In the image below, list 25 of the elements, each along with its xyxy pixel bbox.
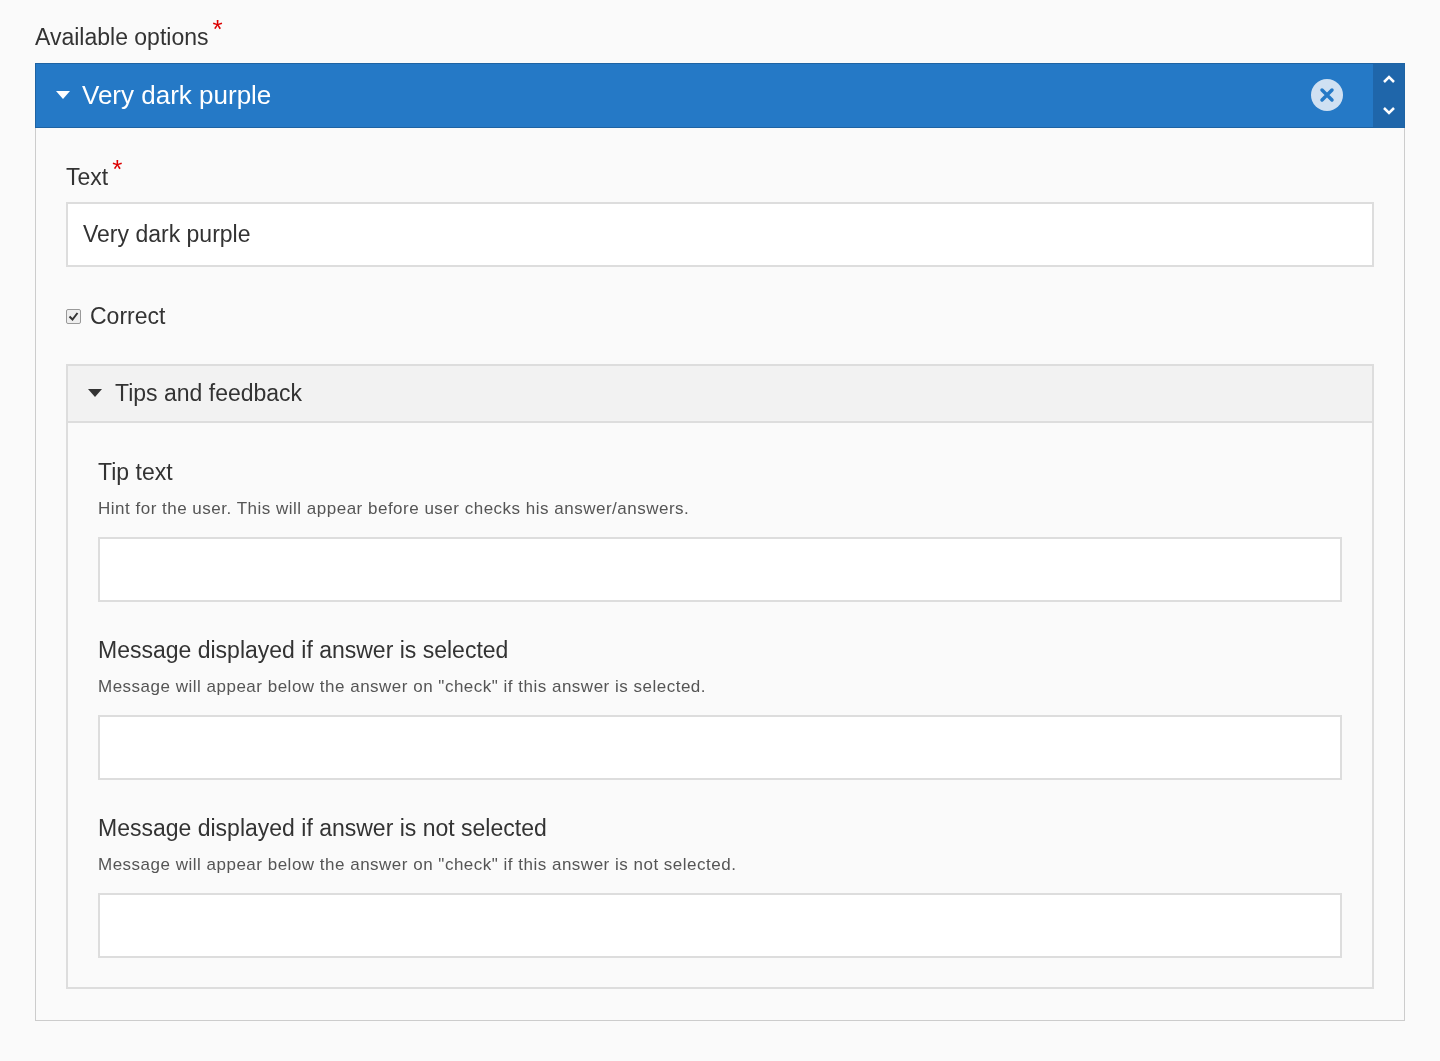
caret-icon [56, 91, 70, 99]
chevron-up-icon [1381, 74, 1396, 84]
move-down-button[interactable] [1381, 106, 1396, 116]
move-up-button[interactable] [1381, 74, 1396, 84]
checkbox-label: Correct [90, 302, 166, 331]
field-label: Message displayed if answer is selected [98, 635, 510, 665]
tips-header[interactable]: Tips and feedback [68, 365, 1372, 423]
field-description: Message will appear below the answer on "check" if this answer is selected. [98, 675, 707, 698]
chevron-down-icon [1381, 106, 1396, 116]
field-description: Hint for the user. This will appear before user checks his answer/answers. [98, 497, 691, 520]
close-icon [1319, 87, 1335, 103]
field-label: Message displayed if answer is not selected [98, 813, 548, 843]
field-label: Text [66, 162, 109, 192]
field-label: Available options [35, 23, 209, 52]
correct-checkbox[interactable] [66, 308, 81, 324]
text-field[interactable]: Very dark purple [66, 202, 1374, 267]
required-asterisk: * [112, 155, 123, 182]
caret-icon [88, 389, 102, 397]
text-field[interactable] [98, 714, 1342, 780]
required-asterisk: * [212, 16, 223, 42]
text-field[interactable] [98, 536, 1342, 602]
remove-button[interactable] [1311, 79, 1343, 111]
text-field[interactable] [98, 892, 1342, 958]
field-label: Tip text [98, 457, 174, 487]
field-description: Message will appear below the answer on "check" if this answer is not selected. [98, 853, 738, 876]
